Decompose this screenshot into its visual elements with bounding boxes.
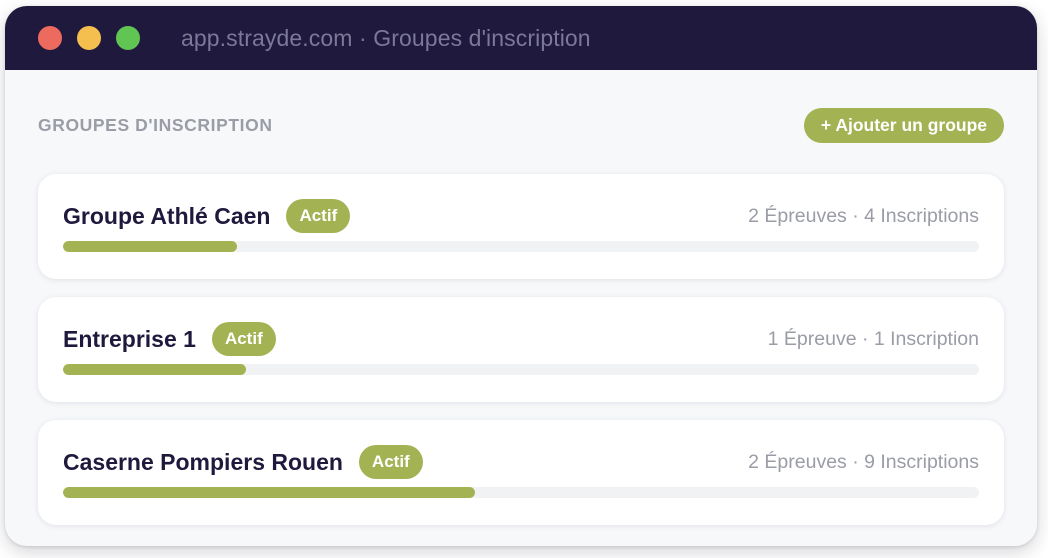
group-name: Groupe Athlé Caen [63, 202, 271, 229]
group-card[interactable]: Entreprise 1 Actif 1 Épreuve · 1 Inscrip… [38, 297, 1004, 402]
maximize-window-button[interactable] [116, 26, 140, 50]
progress-bar [63, 487, 979, 498]
status-badge: Actif [286, 199, 351, 233]
main-content: GROUPES D'INSCRIPTION + Ajouter un group… [5, 70, 1037, 525]
progress-fill [63, 364, 247, 375]
progress-bar [63, 364, 979, 375]
app-window: app.strayde.com · Groupes d'inscription … [5, 6, 1037, 546]
progress-bar [63, 241, 979, 252]
status-badge: Actif [358, 445, 423, 479]
close-window-button[interactable] [38, 26, 62, 50]
group-stats: 2 Épreuves · 4 Inscriptions [748, 204, 979, 227]
page-title: GROUPES D'INSCRIPTION [38, 114, 273, 135]
minimize-window-button[interactable] [77, 26, 101, 50]
window-url: app.strayde.com · Groupes d'inscription [181, 24, 591, 51]
group-stats: 1 Épreuve · 1 Inscription [767, 327, 979, 350]
title-bar: app.strayde.com · Groupes d'inscription [5, 6, 1037, 70]
group-name: Caserne Pompiers Rouen [63, 448, 343, 475]
status-badge: Actif [211, 322, 276, 356]
add-group-button[interactable]: + Ajouter un groupe [803, 107, 1004, 143]
progress-fill [63, 241, 238, 252]
section-header: GROUPES D'INSCRIPTION + Ajouter un group… [38, 70, 1004, 174]
group-stats: 2 Épreuves · 9 Inscriptions [748, 450, 979, 473]
group-name: Entreprise 1 [63, 325, 196, 352]
progress-fill [63, 487, 476, 498]
group-card[interactable]: Caserne Pompiers Rouen Actif 2 Épreuves … [38, 420, 1004, 525]
group-card[interactable]: Groupe Athlé Caen Actif 2 Épreuves · 4 I… [38, 174, 1004, 279]
